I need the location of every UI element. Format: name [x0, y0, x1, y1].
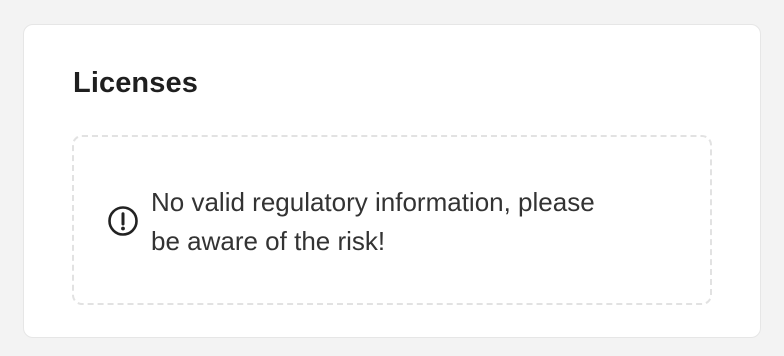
licenses-title: Licenses — [73, 67, 198, 99]
regulatory-warning-line-2: be aware of the risk! — [151, 226, 386, 256]
exclamation-circle-icon — [107, 205, 139, 237]
licenses-card: Licenses No valid regulatory information… — [23, 24, 761, 338]
regulatory-warning-message: No valid regulatory information, please … — [151, 183, 691, 261]
regulatory-warning-line-1: No valid regulatory information, please — [151, 187, 595, 217]
regulatory-warning-box: No valid regulatory information, please … — [72, 135, 712, 305]
